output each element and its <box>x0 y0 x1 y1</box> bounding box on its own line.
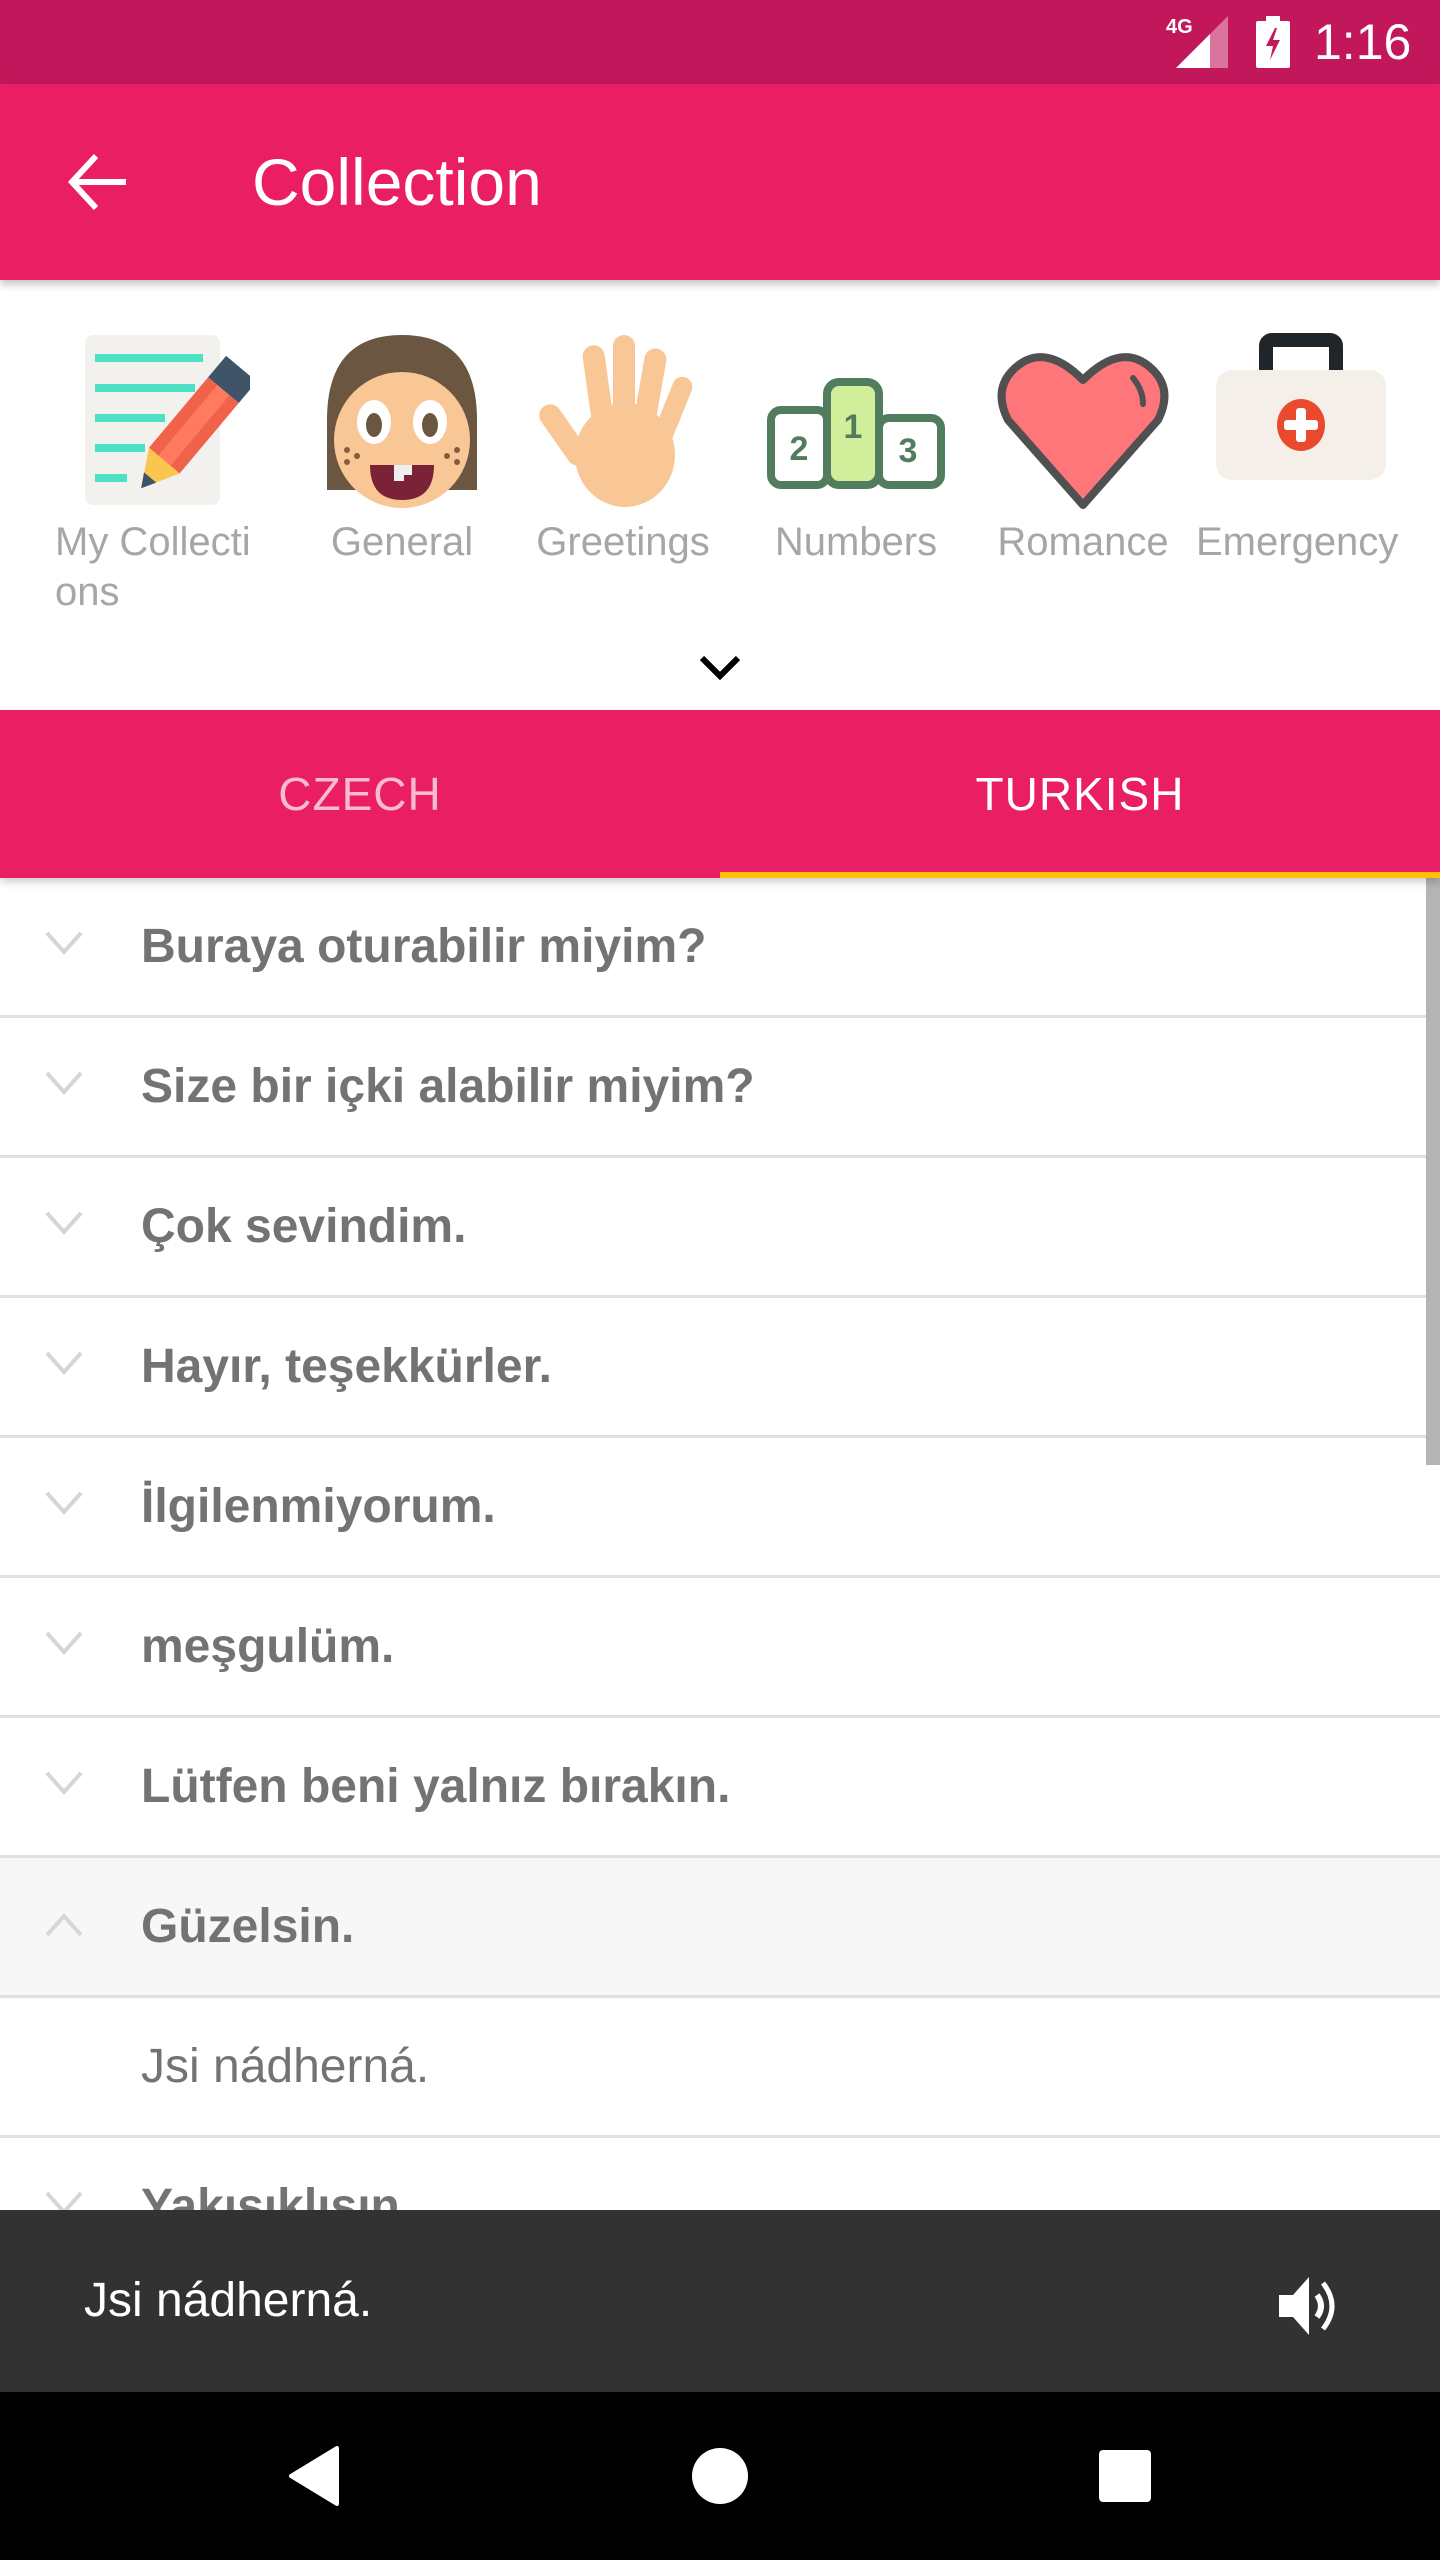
category-my-collections[interactable]: My Collections <box>55 330 265 617</box>
snackbar-text: Jsi nádherná. <box>84 2274 373 2327</box>
arrow-back-icon <box>67 153 126 211</box>
category-label: Greetings <box>536 520 710 564</box>
phrase-text: Güzelsin. <box>141 1900 355 1953</box>
back-button[interactable] <box>58 142 138 222</box>
phrase-text: İlgilenmiyorum. <box>141 1480 496 1533</box>
chevron-down-icon <box>45 1351 83 1375</box>
phrase-row[interactable]: Hayır, teşekkürler. <box>0 1298 1440 1438</box>
waving-hand-icon <box>539 335 693 507</box>
nav-recents-button[interactable] <box>1075 2426 1175 2526</box>
category-romance[interactable]: Romance <box>978 330 1188 567</box>
tab-indicator <box>720 872 1440 878</box>
first-aid-kit-icon <box>1216 333 1386 480</box>
play-audio-button[interactable] <box>1270 2266 1350 2346</box>
nav-home-icon <box>692 2448 748 2504</box>
svg-text:1: 1 <box>844 408 863 446</box>
clock: 1:16 <box>1314 14 1412 70</box>
speaker-icon <box>1279 2277 1335 2335</box>
phrase-text: meşgulüm. <box>141 1620 395 1673</box>
expand-categories-button[interactable] <box>690 640 750 696</box>
language-tabs: CZECH TURKISH <box>0 710 1440 878</box>
category-strip: My Collections General Greetings 2 1 3 N… <box>0 280 1440 710</box>
phrase-row[interactable]: İlgilenmiyorum. <box>0 1438 1440 1578</box>
chevron-down-icon <box>699 655 741 681</box>
nav-recents-icon <box>1099 2450 1151 2502</box>
nav-home-button[interactable] <box>670 2426 770 2526</box>
scrollbar-thumb[interactable] <box>1426 878 1440 1465</box>
phrase-text: Çok sevindim. <box>141 1200 467 1253</box>
tab-turkish[interactable]: TURKISH <box>720 710 1440 878</box>
nav-back-icon <box>289 2446 339 2506</box>
battery-charging-icon <box>1256 16 1290 68</box>
tab-czech[interactable]: CZECH <box>0 710 720 878</box>
category-numbers[interactable]: 2 1 3 Numbers <box>751 330 961 567</box>
face-icon <box>327 335 477 508</box>
category-general[interactable]: General <box>297 330 507 567</box>
chevron-down-icon <box>45 1071 83 1095</box>
system-nav-bar <box>0 2392 1440 2560</box>
chevron-up-icon <box>45 1913 83 1937</box>
category-label: Romance <box>997 520 1169 564</box>
svg-text:2: 2 <box>790 430 809 468</box>
phrase-text: Lütfen beni yalnız bırakın. <box>141 1760 731 1813</box>
phrase-text: Size bir içki alabilir miyim? <box>141 1060 755 1113</box>
chevron-down-icon <box>45 1491 83 1515</box>
phrase-translation-row[interactable]: Jsi nádherná. <box>0 1998 1440 2138</box>
heart-icon <box>997 353 1169 509</box>
category-greetings[interactable]: Greetings <box>518 330 728 567</box>
phrase-row-expanded[interactable]: Güzelsin. <box>0 1858 1440 1998</box>
notepad-pencil-icon <box>85 335 257 505</box>
phrase-list: Buraya oturabilir miyim? Size bir içki a… <box>0 878 1440 2210</box>
snackbar: Jsi nádherná. <box>0 2210 1440 2392</box>
nav-back-button[interactable] <box>265 2426 365 2526</box>
phrase-text: Buraya oturabilir miyim? <box>141 920 707 973</box>
status-bar: 4G 1:16 <box>0 0 1440 84</box>
category-emergency[interactable]: Emergency <box>1196 330 1406 567</box>
phrase-text: Yakışıklısın. <box>141 2180 414 2210</box>
podium-icon: 2 1 3 <box>767 378 945 489</box>
chevron-down-icon <box>45 1211 83 1235</box>
category-label: My Collections <box>55 520 251 614</box>
category-label: General <box>330 520 474 564</box>
phrase-row[interactable]: Yakışıklısın. <box>0 2138 1440 2210</box>
category-label: Emergency <box>1196 520 1399 564</box>
phrase-row[interactable]: Lütfen beni yalnız bırakın. <box>0 1718 1440 1858</box>
app-bar: Collection <box>0 84 1440 280</box>
phrase-row[interactable]: meşgulüm. <box>0 1578 1440 1718</box>
page-title: Collection <box>252 145 542 219</box>
chevron-down-icon <box>45 2191 83 2210</box>
chevron-down-icon <box>45 931 83 955</box>
signal-icon <box>1176 16 1228 68</box>
svg-text:3: 3 <box>899 432 918 470</box>
phrase-row[interactable]: Size bir içki alabilir miyim? <box>0 1018 1440 1158</box>
chevron-down-icon <box>45 1771 83 1795</box>
phrase-row[interactable]: Çok sevindim. <box>0 1158 1440 1298</box>
phrase-row[interactable]: Buraya oturabilir miyim? <box>0 878 1440 1018</box>
translation-text: Jsi nádherná. <box>141 2040 430 2093</box>
chevron-down-icon <box>45 1631 83 1655</box>
phrase-text: Hayır, teşekkürler. <box>141 1340 552 1393</box>
category-label: Numbers <box>774 520 938 564</box>
